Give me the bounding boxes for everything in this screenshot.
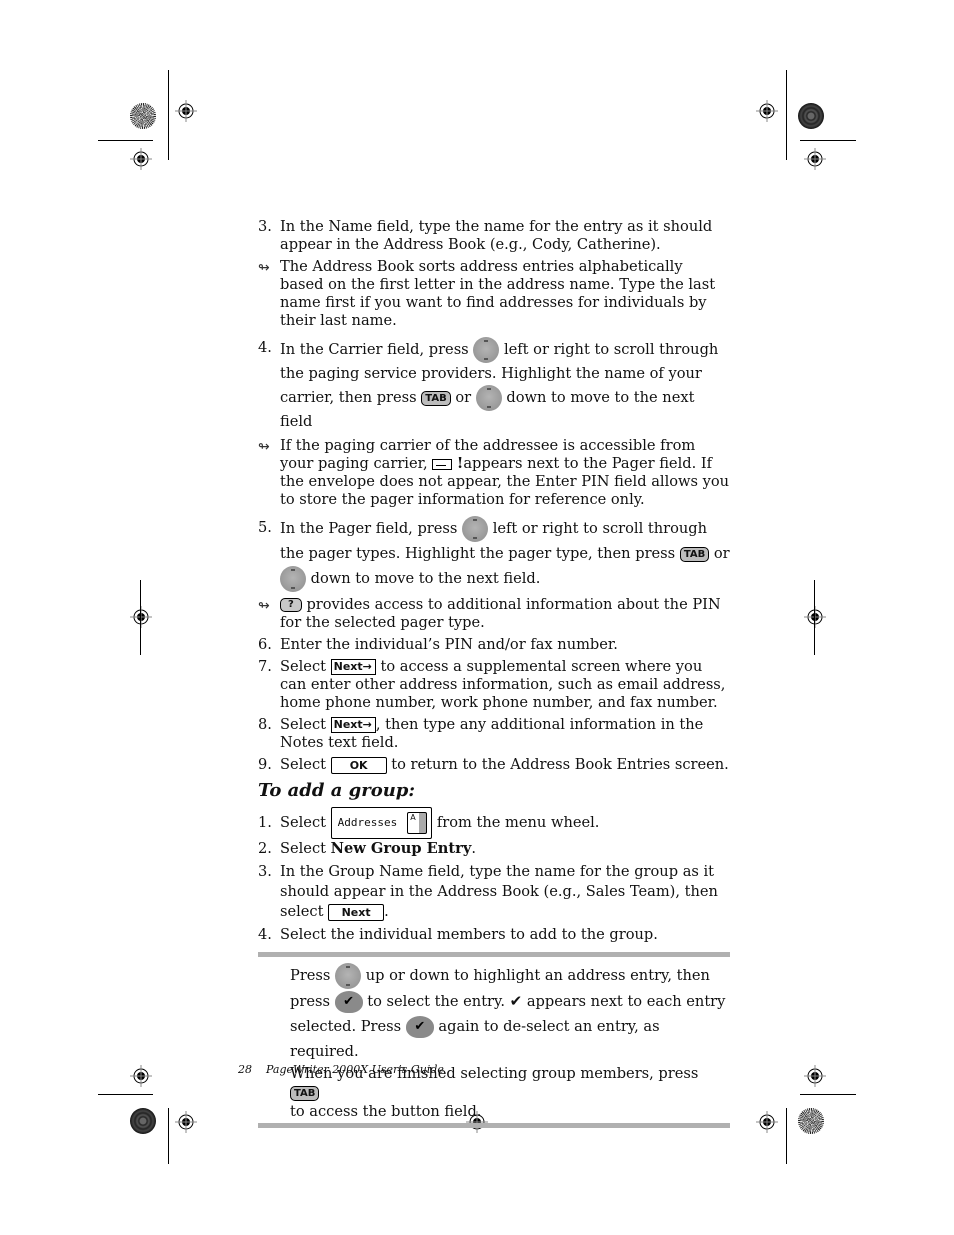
crop-mark xyxy=(800,140,856,141)
next-arrow-button: Next→ xyxy=(330,659,376,675)
document-body: 3. In the Name field, type the name for t… xyxy=(258,218,730,1128)
crop-mark xyxy=(168,1108,169,1164)
step-3: 3. In the Name field, type the name for t… xyxy=(258,218,713,253)
addresses-menu-button: Addresses A xyxy=(330,807,433,839)
color-rosette-mark xyxy=(130,1108,156,1134)
tab-key-icon: TAB xyxy=(421,390,451,406)
registration-mark-icon xyxy=(130,1065,152,1087)
group-step-4: 4. Select the individual members to add t… xyxy=(258,926,658,943)
group-step-2: 2. Select New Group Entry. xyxy=(258,840,476,857)
section-heading: To add a group: xyxy=(258,780,416,801)
note-icon: ↬ xyxy=(258,260,270,276)
page-number: 28 xyxy=(238,1063,252,1076)
step-6: 6. Enter the individual’s PIN and/or fax … xyxy=(258,636,618,653)
step-4: 4. In the Carrier field, press left or r… xyxy=(258,337,719,430)
registration-mark-icon xyxy=(130,148,152,170)
step-9: 9. Select OK to return to the Address Bo… xyxy=(258,756,729,774)
navigation-pad-icon xyxy=(475,385,502,411)
navigation-pad-icon xyxy=(462,516,489,542)
navigation-pad-icon xyxy=(280,566,306,592)
note-icon: ↬ xyxy=(258,439,270,455)
navigation-pad-icon xyxy=(473,337,500,363)
crop-mark xyxy=(814,580,815,655)
help-key-icon: ? xyxy=(280,598,302,612)
registration-mark-icon xyxy=(804,1065,826,1087)
crop-mark xyxy=(800,1094,856,1095)
color-rosette-mark xyxy=(798,1108,824,1134)
document-page: 3. In the Name field, type the name for t… xyxy=(0,0,954,1235)
crop-mark xyxy=(98,1094,153,1095)
guide-title: PageWriter 2000X User’s Guide xyxy=(266,1063,444,1076)
ok-button: OK xyxy=(330,756,387,774)
envelope-icon xyxy=(432,458,453,470)
crop-mark xyxy=(140,580,141,655)
color-rosette-mark xyxy=(798,103,824,129)
check-button-icon: ✔ xyxy=(334,991,363,1013)
registration-mark-icon xyxy=(130,606,152,628)
registration-mark-icon xyxy=(175,1111,197,1133)
check-button-icon: ✔ xyxy=(405,1016,434,1038)
tab-key-icon: TAB xyxy=(679,546,710,562)
next-button: Next xyxy=(328,903,385,921)
checkmark-icon: ✔ xyxy=(509,992,523,1010)
tab-key-icon: TAB xyxy=(290,1085,320,1101)
registration-mark-icon xyxy=(756,1111,778,1133)
address-book-icon: A xyxy=(407,812,428,834)
registration-mark-icon xyxy=(756,100,778,122)
note-help: ↬ ? provides access to additional inform… xyxy=(258,596,721,631)
crop-mark xyxy=(786,1108,787,1164)
crop-mark xyxy=(786,70,787,160)
instruction-callout: Press up or down to highlight an address… xyxy=(258,952,730,1128)
note-sort-order: ↬ The Address Book sorts address entries … xyxy=(258,258,716,329)
group-step-3: 3. In the Group Name field, type the nam… xyxy=(258,863,718,921)
color-rosette-mark xyxy=(130,103,156,129)
registration-mark-icon xyxy=(804,148,826,170)
navigation-pad-icon xyxy=(335,963,362,989)
registration-mark-icon xyxy=(804,606,826,628)
note-carrier: ↬ If the paging carrier of the addressee… xyxy=(258,437,730,508)
page-footer: 28 PageWriter 2000X User’s Guide xyxy=(238,1063,444,1076)
note-icon: ↬ xyxy=(258,598,270,614)
next-arrow-button: Next→ xyxy=(330,717,376,733)
step-7: 7. Select Next→ to access a supplemental… xyxy=(258,658,726,711)
crop-mark xyxy=(98,140,153,141)
crop-mark xyxy=(168,70,169,160)
group-step-1: 1. Select Addresses A from the menu whee… xyxy=(258,806,730,840)
step-8: 8. Select Next→, then type any additiona… xyxy=(258,716,704,751)
registration-mark-icon xyxy=(175,100,197,122)
step-5: 5. In the Pager field, press left or rig… xyxy=(258,516,730,592)
